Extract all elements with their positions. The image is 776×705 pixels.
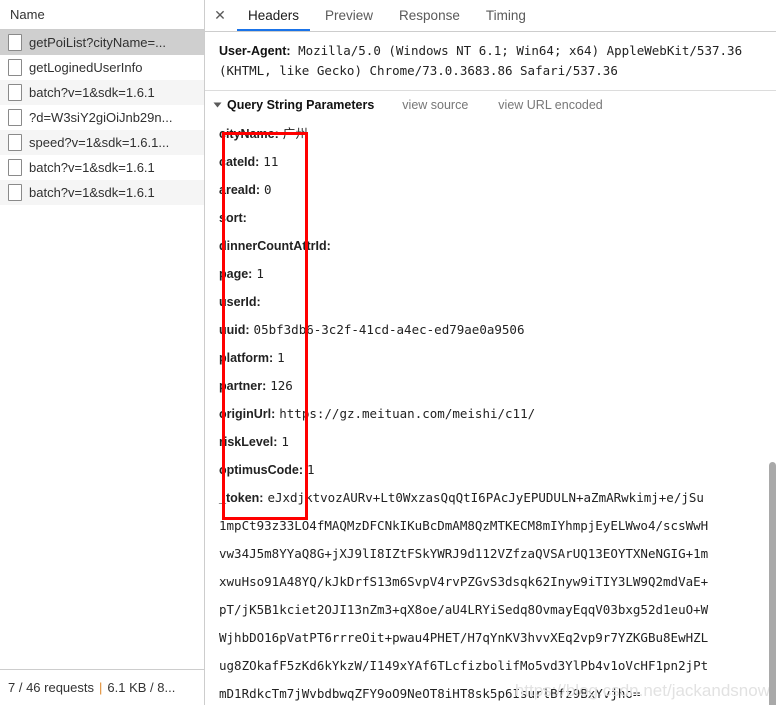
param-value: 11 (263, 154, 279, 169)
request-list-sidebar: Name getPoiList?cityName=... getLoginedU… (0, 0, 205, 705)
devtools-network-panel: Name getPoiList?cityName=... getLoginedU… (0, 0, 776, 705)
token-line: vw34J5m8YYaQ8G+jXJ9lI8IZtFSkYWRJ9d112VZf… (219, 546, 709, 561)
param-key: areaId: (219, 183, 260, 197)
param-row: page: 1 (219, 260, 776, 288)
request-name: getPoiList?cityName=... (29, 35, 166, 50)
document-icon (8, 184, 22, 201)
param-key: cityName: (219, 127, 279, 141)
request-detail-pane: ✕ Headers Preview Response Timing User-A… (205, 0, 776, 705)
vertical-scrollbar[interactable] (769, 462, 776, 705)
query-parameters-list: cityName: 广州 cateId: 11 areaId: 0 sort: din… (205, 118, 776, 512)
token-line: WjhbDO16pVatPT6rrreOit+pwau4PHET/H7qYnKV… (219, 630, 709, 645)
param-row: cityName: 广州 (219, 120, 776, 148)
param-row: sort: (219, 204, 776, 232)
param-row: areaId: 0 (219, 176, 776, 204)
request-name: batch?v=1&sdk=1.6.1 (29, 185, 155, 200)
headers-content: User-Agent: Mozilla/5.0 (Windows NT 6.1;… (205, 32, 776, 705)
tab-timing[interactable]: Timing (473, 0, 539, 31)
param-key: page: (219, 267, 253, 281)
network-status-bar: 7 / 46 requests | 6.1 KB / 8... (0, 669, 204, 705)
param-key: sort: (219, 211, 247, 225)
request-list-column-header[interactable]: Name (0, 0, 204, 30)
token-line: 1mpCt93z33LO4fMAQMzDFCNkIKuBcDmAM8QzMTKE… (219, 518, 709, 533)
request-list[interactable]: getPoiList?cityName=... getLoginedUserIn… (0, 30, 204, 669)
detail-tabbar: ✕ Headers Preview Response Timing (205, 0, 776, 32)
param-value: 1 (307, 462, 315, 477)
token-wrapped-lines: 1mpCt93z33LO4fMAQMzDFCNkIKuBcDmAM8QzMTKE… (205, 512, 776, 705)
close-icon[interactable]: ✕ (205, 0, 235, 31)
param-value: 126 (270, 378, 293, 393)
document-icon (8, 134, 22, 151)
param-row: optimusCode: 1 (219, 456, 776, 484)
token-line: xwuHso91A48YQ/kJkDrfS13m6SvpV4rvPZGvS3ds… (219, 574, 709, 589)
param-value: 0 (264, 182, 272, 197)
param-value: https://gz.meituan.com/meishi/c11/ (279, 406, 536, 421)
param-value: 05bf3db6-3c2f-41cd-a4ec-ed79ae0a9506 (253, 322, 525, 337)
param-row: uuid: 05bf3db6-3c2f-41cd-a4ec-ed79ae0a950… (219, 316, 776, 344)
param-row: platform: 1 (219, 344, 776, 372)
param-key: cateId: (219, 155, 260, 169)
param-key: partner: (219, 379, 267, 393)
param-row: originUrl: https://gz.meituan.com/meishi/… (219, 400, 776, 428)
request-row[interactable]: getLoginedUserInfo (0, 55, 204, 80)
request-name: speed?v=1&sdk=1.6.1... (29, 135, 170, 150)
chevron-down-icon[interactable] (213, 102, 222, 108)
param-key: originUrl: (219, 407, 276, 421)
transfer-size-label: 6.1 KB / 8... (107, 680, 176, 695)
document-icon (8, 109, 22, 126)
document-icon (8, 84, 22, 101)
param-value: 1 (256, 266, 264, 281)
query-string-title: Query String Parameters (227, 98, 375, 112)
token-line: mD1RdkcTm7jWvbdbwqZFY9oO9NeOT8iHT8sk5p6I… (219, 686, 641, 701)
request-name: getLoginedUserInfo (29, 60, 143, 75)
token-value-line: eJxdjktvozAURv+Lt0WxzasQqQtI6PAcJyEPUDUL… (267, 490, 704, 505)
request-name: ?d=W3siY2giOiJnb29n... (29, 110, 173, 125)
param-row: riskLevel: 1 (219, 428, 776, 456)
user-agent-value: Mozilla/5.0 (Windows NT 6.1; Win64; x64)… (219, 43, 743, 78)
token-line: pT/jK5B1kciet2OJI13nZm3+qX8oe/aU4LRYiSed… (219, 602, 709, 617)
status-separator: | (99, 680, 103, 695)
param-key: optimusCode: (219, 463, 304, 477)
request-row[interactable]: speed?v=1&sdk=1.6.1... (0, 130, 204, 155)
request-name: batch?v=1&sdk=1.6.1 (29, 160, 155, 175)
param-row: userId: (219, 288, 776, 316)
tab-response[interactable]: Response (386, 0, 473, 31)
query-string-section-header[interactable]: Query String Parameters view source view… (205, 91, 776, 118)
param-key: dinnerCountAttrId: (219, 239, 331, 253)
document-icon (8, 159, 22, 176)
view-source-link[interactable]: view source (402, 98, 468, 112)
request-row[interactable]: getPoiList?cityName=... (0, 30, 204, 55)
param-key: platform: (219, 351, 274, 365)
user-agent-label: User-Agent: (219, 44, 291, 58)
param-key: userId: (219, 295, 261, 309)
token-key: _token: (219, 491, 264, 505)
param-key: riskLevel: (219, 435, 278, 449)
token-line: ug8ZOkafF5zKd6kYkzW/I149xYAf6TLcfizbolif… (219, 658, 709, 673)
param-row: dinnerCountAttrId: (219, 232, 776, 260)
param-value: 广州 (282, 126, 308, 141)
param-value: 1 (277, 350, 285, 365)
param-row: partner: 126 (219, 372, 776, 400)
param-value: 1 (281, 434, 289, 449)
document-icon (8, 34, 22, 51)
tab-headers[interactable]: Headers (235, 0, 312, 31)
view-url-encoded-link[interactable]: view URL encoded (498, 98, 602, 112)
tab-preview[interactable]: Preview (312, 0, 386, 31)
user-agent-row: User-Agent: Mozilla/5.0 (Windows NT 6.1;… (205, 32, 776, 91)
param-row: cateId: 11 (219, 148, 776, 176)
request-row[interactable]: batch?v=1&sdk=1.6.1 (0, 155, 204, 180)
document-icon (8, 59, 22, 76)
token-row: _token: eJxdjktvozAURv+Lt0WxzasQqQtI6PAcJ… (219, 484, 776, 512)
param-key: uuid: (219, 323, 250, 337)
request-count-label: 7 / 46 requests (8, 680, 94, 695)
request-name: batch?v=1&sdk=1.6.1 (29, 85, 155, 100)
request-row[interactable]: batch?v=1&sdk=1.6.1 (0, 80, 204, 105)
request-row[interactable]: ?d=W3siY2giOiJnb29n... (0, 105, 204, 130)
request-row[interactable]: batch?v=1&sdk=1.6.1 (0, 180, 204, 205)
